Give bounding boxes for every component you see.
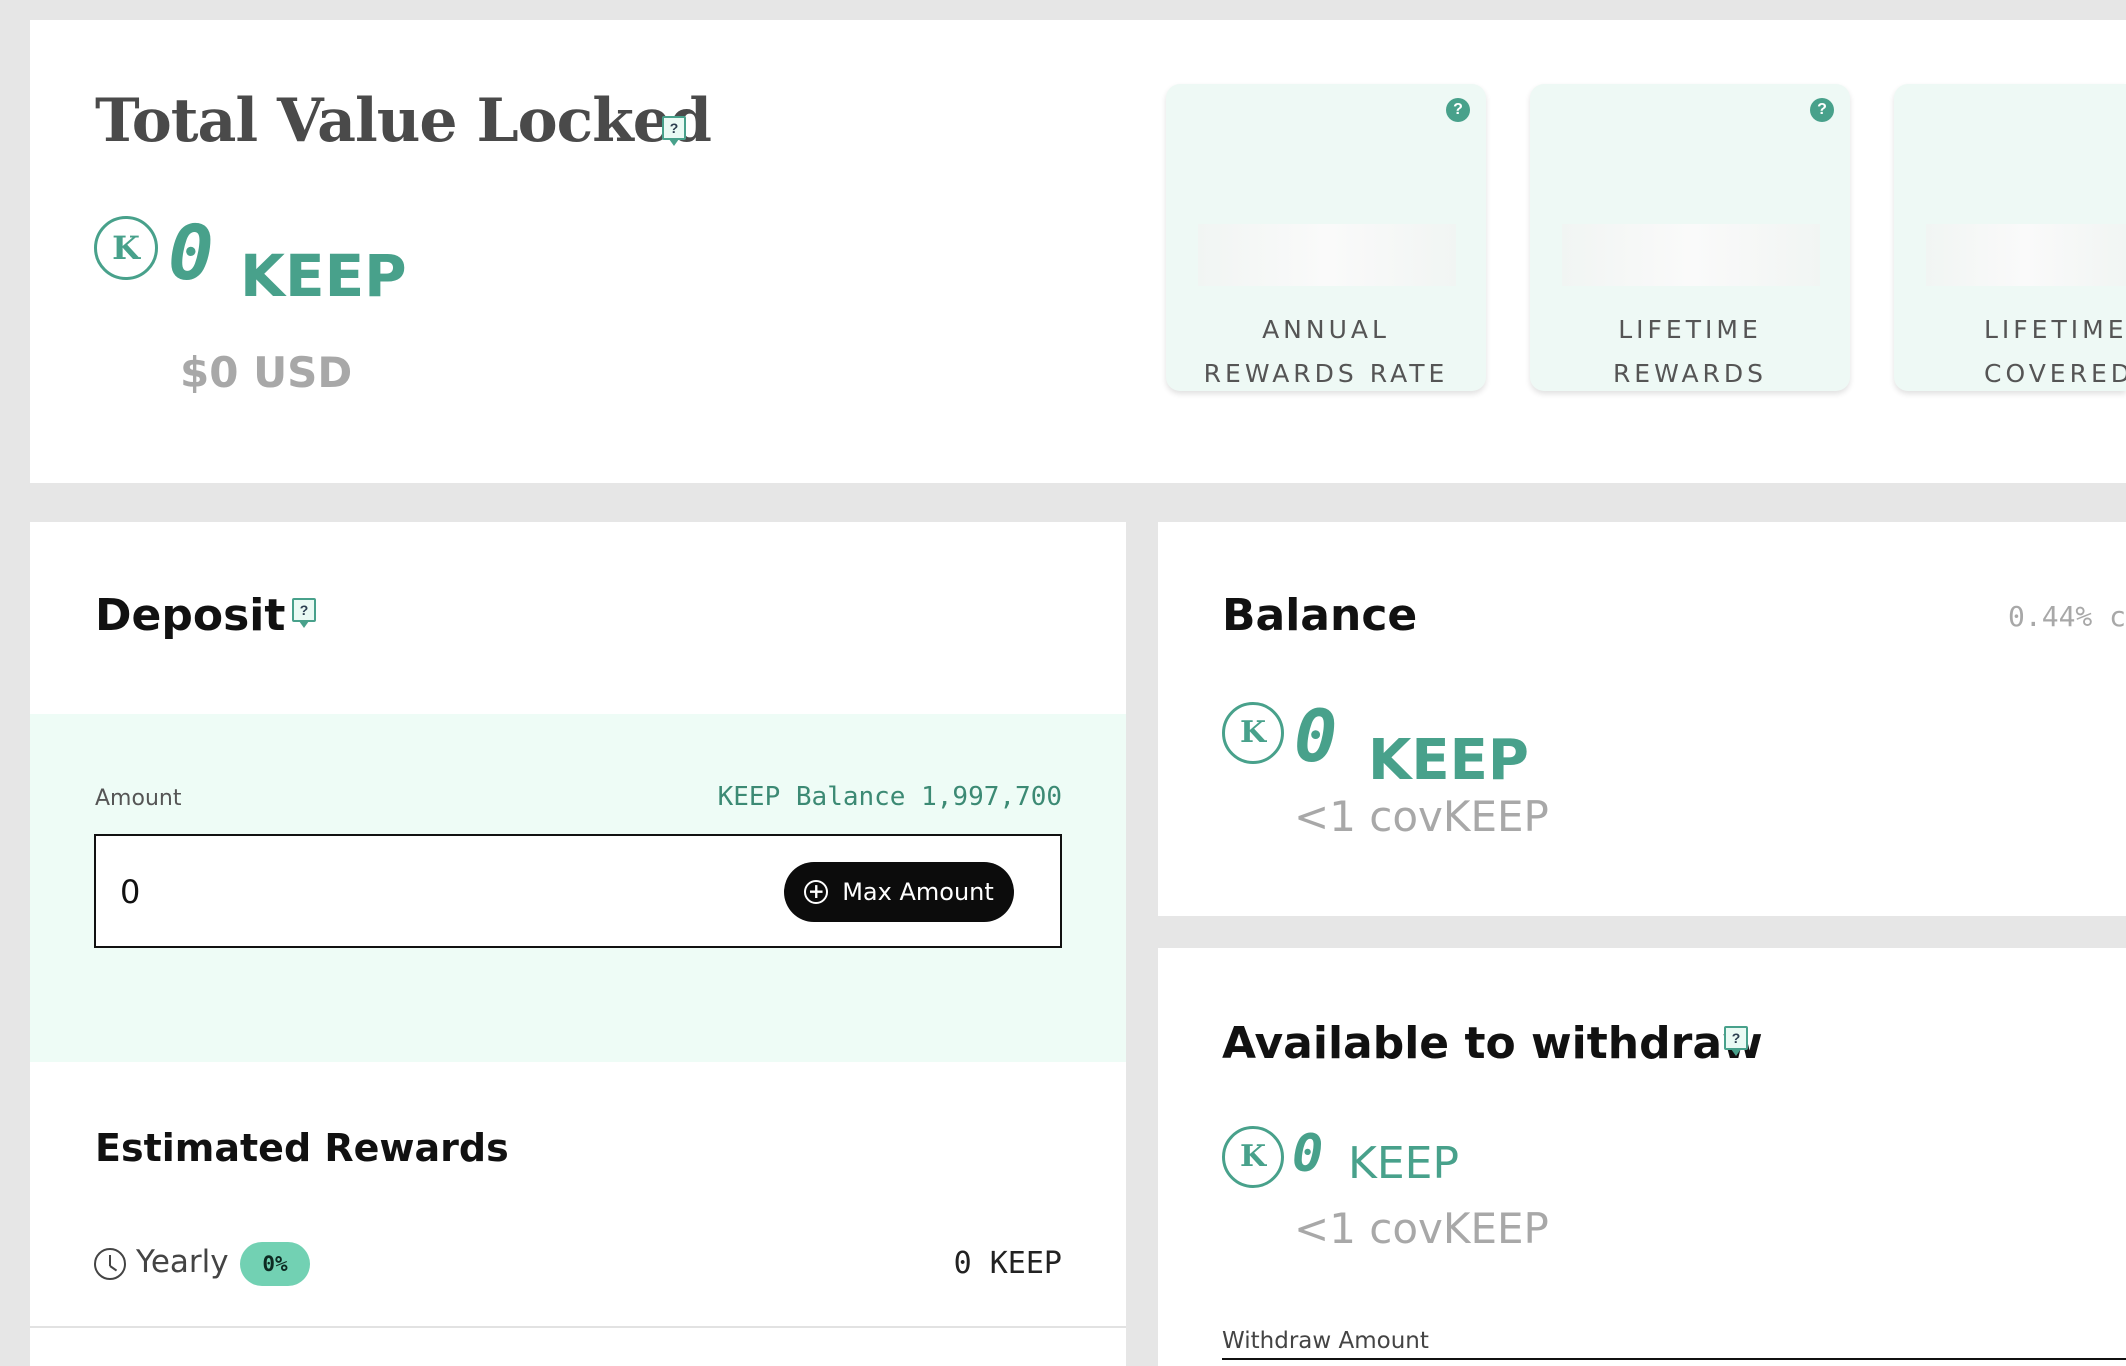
deposit-title: Deposit xyxy=(95,590,286,641)
help-circle-icon[interactable]: ? xyxy=(1446,98,1470,122)
deposit-card: Deposit ? Amount KEEP Balance 1,997,700 … xyxy=(30,522,1126,1366)
stat-tile-lifetime-rewards: ? LIFETIME REWARDS xyxy=(1530,84,1850,391)
keep-coin-icon: K xyxy=(1222,1126,1284,1188)
keep-coin-icon: K xyxy=(94,216,158,280)
balance-title: Balance xyxy=(1222,590,1418,641)
yearly-rewards-value: 0 KEEP xyxy=(953,1246,1062,1281)
withdraw-amount-label: Withdraw Amount xyxy=(1222,1328,1429,1354)
tvl-amount: 0 xyxy=(168,208,214,297)
balance-covkeep: <1 covKEEP xyxy=(1294,792,1549,841)
stat-label: LIFETIME COVERED xyxy=(1984,308,2126,396)
stat-label: LIFETIME REWARDS xyxy=(1530,308,1850,396)
total-value-locked-card: Total Value Locked ? K 0 KEEP $0 USD ? A… xyxy=(30,20,2126,483)
stat-label-line: REWARDS xyxy=(1612,359,1768,388)
stat-label-line: LIFETIME xyxy=(1618,315,1762,344)
balance-amount: 0 xyxy=(1294,694,1338,778)
stat-tile-annual-rewards-rate: ? ANNUAL REWARDS RATE xyxy=(1166,84,1486,391)
withdraw-amount: 0 xyxy=(1292,1124,1324,1184)
stat-label-line: COVERED xyxy=(1984,359,2126,388)
keep-balance-label: KEEP Balance 1,997,700 xyxy=(717,782,1062,812)
deposit-form: Amount KEEP Balance 1,997,700 + Max Amou… xyxy=(30,714,1126,1062)
clock-icon xyxy=(94,1248,126,1280)
stat-label: ANNUAL REWARDS RATE xyxy=(1166,308,1486,396)
loading-skeleton xyxy=(1926,224,2126,286)
tvl-usd-value: $0 USD xyxy=(180,348,353,397)
yearly-label: Yearly xyxy=(136,1244,229,1280)
tvl-help-icon[interactable]: ? xyxy=(662,116,686,146)
loading-skeleton xyxy=(1198,224,1456,286)
deposit-help-icon[interactable]: ? xyxy=(292,598,316,628)
available-to-withdraw-card: Available to withdraw ? K 0 KEEP <1 covK… xyxy=(1158,948,2126,1366)
help-circle-icon[interactable]: ? xyxy=(1810,98,1834,122)
stat-tile-lifetime-covered: LIFETIME COVERED xyxy=(1894,84,2126,391)
balance-token: KEEP xyxy=(1368,728,1529,793)
stat-label-line: ANNUAL xyxy=(1262,315,1390,344)
amount-input-wrapper: + Max Amount xyxy=(94,834,1062,948)
balance-card: Balance 0.44% c K 0 KEEP <1 covKEEP xyxy=(1158,522,2126,916)
amount-label: Amount xyxy=(95,786,182,811)
tvl-token: KEEP xyxy=(240,242,407,310)
keep-coin-icon: K xyxy=(1222,702,1284,764)
balance-share-text: 0.44% c xyxy=(2008,600,2126,633)
max-amount-button[interactable]: + Max Amount xyxy=(784,862,1014,922)
loading-skeleton xyxy=(1562,224,1820,286)
withdraw-amount-input[interactable] xyxy=(1222,1358,2126,1366)
withdraw-covkeep: <1 covKEEP xyxy=(1294,1204,1549,1253)
tvl-title: Total Value Locked xyxy=(95,86,712,156)
withdraw-help-icon[interactable]: ? xyxy=(1724,1026,1748,1056)
max-amount-label: Max Amount xyxy=(842,878,994,906)
stat-label-line: REWARDS RATE xyxy=(1203,359,1449,388)
page: Total Value Locked ? K 0 KEEP $0 USD ? A… xyxy=(0,0,2126,1366)
amount-input[interactable] xyxy=(120,864,720,920)
plus-circle-icon: + xyxy=(804,880,829,904)
withdraw-token: KEEP xyxy=(1348,1138,1459,1189)
estimated-rewards-title: Estimated Rewards xyxy=(95,1126,509,1170)
yearly-rate-badge: 0% xyxy=(240,1242,310,1286)
withdraw-title: Available to withdraw xyxy=(1222,1018,1763,1069)
divider xyxy=(30,1326,1126,1328)
stat-label-line: LIFETIME xyxy=(1984,315,2126,344)
